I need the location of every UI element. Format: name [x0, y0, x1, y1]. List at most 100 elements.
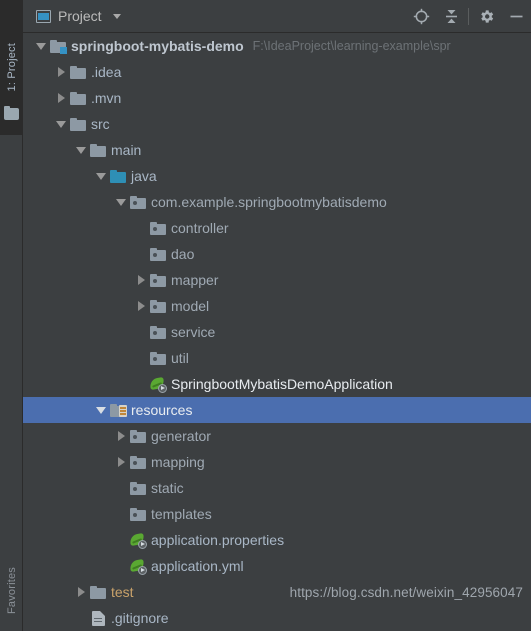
- project-panel: Project springboot-mybatis-demo F:\IdeaP…: [23, 0, 531, 631]
- project-view-selector[interactable]: Project: [32, 6, 127, 26]
- tree-row-label: generator: [151, 428, 211, 444]
- tree-row-label: application.yml: [151, 558, 244, 574]
- gear-icon[interactable]: [471, 2, 501, 32]
- package-icon: [129, 189, 147, 215]
- strip-tab-favorites[interactable]: Favorites: [0, 551, 23, 631]
- tree-row[interactable]: application.yml: [23, 553, 531, 579]
- tree-row-label: service: [171, 324, 216, 340]
- twisty-placeholder: [113, 527, 129, 553]
- expand-arrow-icon[interactable]: [53, 85, 69, 111]
- twisty-placeholder: [113, 501, 129, 527]
- tree-row[interactable]: src: [23, 111, 531, 137]
- twisty-placeholder: [133, 319, 149, 345]
- twisty-placeholder: [133, 241, 149, 267]
- collapse-arrow-icon[interactable]: [93, 163, 109, 189]
- collapse-all-icon[interactable]: [436, 2, 466, 32]
- folder-icon: [89, 579, 107, 605]
- tree-row[interactable]: .mvn: [23, 85, 531, 111]
- expand-arrow-icon[interactable]: [53, 59, 69, 85]
- tree-row-label: controller: [171, 220, 229, 236]
- tree-row-label: static: [151, 480, 184, 496]
- package-icon: [149, 267, 167, 293]
- file-icon: [89, 605, 107, 631]
- resource-root-icon: [109, 397, 127, 423]
- tree-row-label: application.properties: [151, 532, 285, 548]
- project-window-icon: [36, 9, 51, 23]
- project-tree[interactable]: springboot-mybatis-demo F:\IdeaProject\le…: [23, 33, 531, 631]
- chevron-down-icon[interactable]: [112, 13, 121, 19]
- twisty-placeholder: [133, 345, 149, 371]
- tree-row-label: springboot-mybatis-demo: [71, 38, 244, 54]
- tree-row-label: model: [171, 298, 210, 314]
- expand-arrow-icon[interactable]: [133, 293, 149, 319]
- tree-row[interactable]: application.properties: [23, 527, 531, 553]
- tree-row[interactable]: resources: [23, 397, 531, 423]
- expand-arrow-icon[interactable]: [133, 267, 149, 293]
- package-icon: [129, 423, 147, 449]
- folder-icon: [69, 59, 87, 85]
- tree-row[interactable]: SpringbootMybatisDemoApplication: [23, 371, 531, 397]
- tree-row[interactable]: mapping: [23, 449, 531, 475]
- twisty-placeholder: [133, 215, 149, 241]
- tree-row[interactable]: main: [23, 137, 531, 163]
- package-icon: [149, 293, 167, 319]
- expand-arrow-icon[interactable]: [73, 579, 89, 605]
- tree-row-label: util: [171, 350, 189, 366]
- tree-row[interactable]: .idea: [23, 59, 531, 85]
- twisty-placeholder: [133, 371, 149, 397]
- tree-row[interactable]: .gitignore: [23, 605, 531, 631]
- collapse-arrow-icon[interactable]: [93, 397, 109, 423]
- collapse-arrow-icon[interactable]: [73, 137, 89, 163]
- vertical-scrollbar[interactable]: [527, 33, 531, 631]
- locate-icon[interactable]: [406, 2, 436, 32]
- tree-row-label: dao: [171, 246, 195, 262]
- tree-row-label: src: [91, 116, 110, 132]
- strip-tab-favorites-label: Favorites: [5, 567, 18, 615]
- tree-row[interactable]: mapper: [23, 267, 531, 293]
- folder-icon: [89, 137, 107, 163]
- tree-row[interactable]: util: [23, 345, 531, 371]
- expand-arrow-icon[interactable]: [113, 423, 129, 449]
- strip-tab-project-label: 1: Project: [5, 43, 18, 92]
- twisty-placeholder: [113, 475, 129, 501]
- tree-row[interactable]: model: [23, 293, 531, 319]
- spring-config-icon: [129, 553, 147, 579]
- tree-row[interactable]: controller: [23, 215, 531, 241]
- tree-row[interactable]: static: [23, 475, 531, 501]
- expand-arrow-icon[interactable]: [113, 449, 129, 475]
- collapse-arrow-icon[interactable]: [33, 33, 49, 59]
- tree-row[interactable]: test: [23, 579, 531, 605]
- tree-row[interactable]: templates: [23, 501, 531, 527]
- minimize-icon[interactable]: [501, 2, 531, 32]
- tree-row[interactable]: com.example.springbootmybatisdemo: [23, 189, 531, 215]
- collapse-arrow-icon[interactable]: [113, 189, 129, 215]
- tree-row-label: test: [111, 584, 134, 600]
- tree-row[interactable]: generator: [23, 423, 531, 449]
- tree-row-label: .idea: [91, 64, 122, 80]
- tree-row[interactable]: springboot-mybatis-demo F:\IdeaProject\le…: [23, 33, 531, 59]
- tree-row-label: java: [131, 168, 157, 184]
- tree-row[interactable]: service: [23, 319, 531, 345]
- tree-row[interactable]: java: [23, 163, 531, 189]
- tree-row-label: .gitignore: [111, 610, 169, 626]
- tree-row[interactable]: dao: [23, 241, 531, 267]
- collapse-arrow-icon[interactable]: [53, 111, 69, 137]
- ide-project-tool-window: 1: Project Favorites Project springboot-…: [0, 0, 531, 631]
- package-icon: [129, 475, 147, 501]
